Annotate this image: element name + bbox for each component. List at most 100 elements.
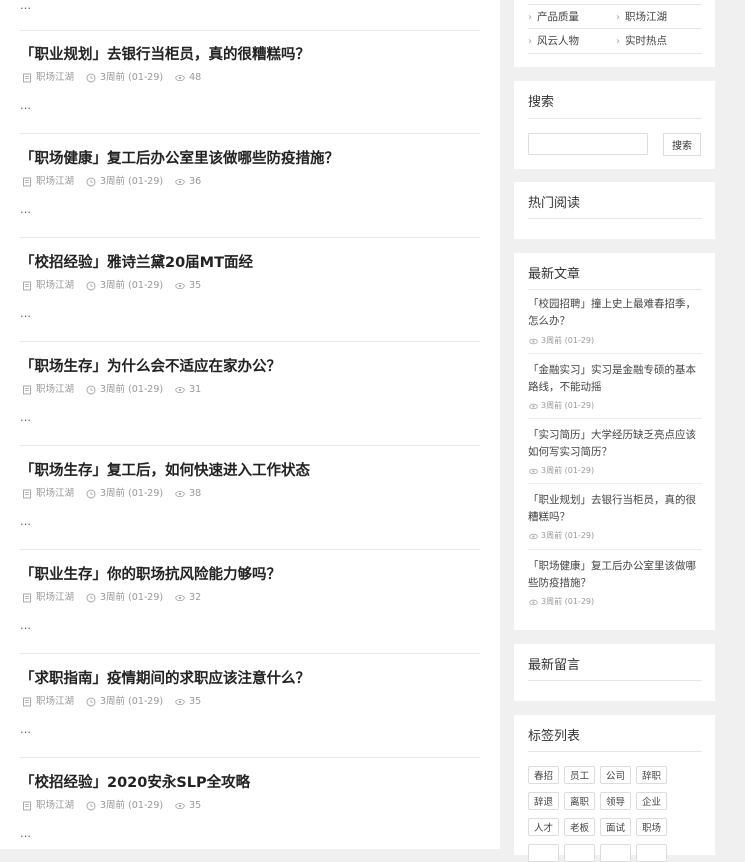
tags-widget: 标签列表 春招 员工 公司 辞职 辞退 离职 领导 企业 人才 老板 面试 职场 <box>514 715 715 862</box>
search-input[interactable] <box>528 133 648 155</box>
article-excerpt: … <box>20 411 31 424</box>
tag-link[interactable]: 春招 <box>528 766 559 784</box>
article-title-link[interactable]: 「校招经验」2020安永SLP全攻略 <box>20 774 250 792</box>
article-views: 38 <box>189 488 202 499</box>
tag-link-partial[interactable] <box>600 844 631 862</box>
article-category[interactable]: 职场江湖 <box>36 488 74 500</box>
latest-post-link[interactable]: 「金融实习」实习是金融专硕的基本路线，不能动摇 <box>528 362 704 396</box>
eye-icon <box>175 594 185 602</box>
article-views: 35 <box>189 696 202 707</box>
eye-icon <box>175 282 185 290</box>
article-views: 32 <box>189 592 202 603</box>
divider <box>528 751 702 752</box>
tag-link[interactable]: 职场 <box>636 818 667 836</box>
category-link[interactable]: › 实时热点 <box>616 35 667 48</box>
latest-post-link[interactable]: 「职场健康」复工后办公室里该做哪些防疫措施？ <box>528 558 704 592</box>
article-views: 36 <box>189 176 202 187</box>
article-title-link[interactable]: 「职业生存」你的职场抗风险能力够吗？ <box>20 566 281 584</box>
latest-post-link[interactable]: 「实习简历」大学经历缺乏亮点应该如何写实习简历？ <box>528 427 704 461</box>
article-title-link[interactable]: 「求职指南」疫情期间的求职应该注意什么？ <box>20 670 310 688</box>
hot-reads-widget: 热门阅读 <box>514 182 715 239</box>
clock-icon <box>86 281 96 291</box>
article-category[interactable]: 职场江湖 <box>36 592 74 604</box>
divider <box>20 549 480 550</box>
tag-link[interactable]: 企业 <box>636 792 667 810</box>
article-time: 3周前 (01-29) <box>100 592 164 603</box>
tag-link[interactable]: 员工 <box>564 766 595 784</box>
article-excerpt: … <box>20 203 31 216</box>
tag-link[interactable]: 面试 <box>600 818 631 836</box>
article-meta: 职场江湖 3周前 (01-29) 38 <box>22 488 201 500</box>
divider <box>528 218 702 219</box>
article-list: … 「职业规划」去银行当柜员，真的很糟糕吗？ 职场江湖 3周前 (01-29) … <box>0 0 500 849</box>
document-icon <box>23 489 31 499</box>
widget-title: 热门阅读 <box>528 196 581 211</box>
article-category[interactable]: 职场江湖 <box>36 696 74 708</box>
latest-post-link[interactable]: 「职业规划」去银行当柜员，真的很糟糕吗？ <box>528 492 704 526</box>
tag-link[interactable]: 离职 <box>564 792 595 810</box>
category-link[interactable]: › 产品质量 <box>528 11 579 24</box>
divider <box>528 28 702 29</box>
clock-icon <box>86 697 96 707</box>
document-icon <box>23 801 31 811</box>
search-button[interactable]: 搜索 <box>663 133 701 156</box>
document-icon <box>23 73 31 83</box>
article-title-link[interactable]: 「职业规划」去银行当柜员，真的很糟糕吗？ <box>20 46 310 64</box>
eye-icon <box>529 468 538 474</box>
article-title-link[interactable]: 「职场生存」复工后，如何快速进入工作状态 <box>20 462 310 480</box>
latest-post-meta: 3周前 (01-29) <box>529 336 594 346</box>
article-excerpt: … <box>20 99 31 112</box>
article-title-link[interactable]: 「职场健康」复工后办公室里该做哪些防疫措施？ <box>20 150 339 168</box>
article-excerpt: … <box>20 307 31 320</box>
chevron-right-icon: › <box>528 12 532 23</box>
eye-icon <box>175 178 185 186</box>
eye-icon <box>529 533 538 539</box>
divider <box>20 30 480 31</box>
latest-post-link[interactable]: 「校园招聘」撞上史上最难春招季，怎么办？ <box>528 296 704 330</box>
tag-link-partial[interactable] <box>636 844 667 862</box>
category-link[interactable]: › 职场江湖 <box>616 11 667 24</box>
search-widget: 搜索 搜索 <box>514 81 715 169</box>
article-category[interactable]: 职场江湖 <box>36 176 74 188</box>
article-excerpt: … <box>20 723 31 736</box>
excerpt-ellipsis: … <box>20 0 31 12</box>
widget-title: 搜索 <box>528 95 555 110</box>
eye-icon <box>529 403 538 409</box>
article-title-link[interactable]: 「职场生存」为什么会不适应在家办公？ <box>20 358 281 376</box>
tag-link[interactable]: 领导 <box>600 792 631 810</box>
article-time: 3周前 (01-29) <box>100 800 164 811</box>
article-excerpt: … <box>20 827 31 840</box>
eye-icon <box>175 802 185 810</box>
tag-link[interactable]: 老板 <box>564 818 595 836</box>
document-icon <box>23 177 31 187</box>
clock-icon <box>86 73 96 83</box>
article-category[interactable]: 职场江湖 <box>36 800 74 812</box>
tag-link[interactable]: 辞职 <box>636 766 667 784</box>
category-link[interactable]: › 风云人物 <box>528 35 579 48</box>
article-views: 48 <box>189 72 202 83</box>
tag-link-partial[interactable] <box>564 844 595 862</box>
article-title-link[interactable]: 「校招经验」雅诗兰黛20届MT面经 <box>20 254 253 272</box>
divider <box>528 418 702 419</box>
tag-link[interactable]: 辞退 <box>528 792 559 810</box>
article-views: 31 <box>189 384 202 395</box>
article-meta: 职场江湖 3周前 (01-29) 31 <box>22 384 201 396</box>
tag-link[interactable]: 人才 <box>528 818 559 836</box>
tag-link-partial[interactable] <box>528 844 559 862</box>
divider <box>20 133 480 134</box>
divider <box>528 680 702 681</box>
divider <box>528 353 702 354</box>
clock-icon <box>86 385 96 395</box>
latest-post-meta: 3周前 (01-29) <box>529 401 594 411</box>
article-time: 3周前 (01-29) <box>100 384 164 395</box>
document-icon <box>23 593 31 603</box>
article-category[interactable]: 职场江湖 <box>36 280 74 292</box>
article-category[interactable]: 职场江湖 <box>36 384 74 396</box>
divider <box>20 653 480 654</box>
tag-link[interactable]: 公司 <box>600 766 631 784</box>
divider <box>528 483 702 484</box>
article-category[interactable]: 职场江湖 <box>36 72 74 84</box>
document-icon <box>23 385 31 395</box>
widget-title: 标签列表 <box>528 729 581 744</box>
chevron-right-icon: › <box>616 12 620 23</box>
